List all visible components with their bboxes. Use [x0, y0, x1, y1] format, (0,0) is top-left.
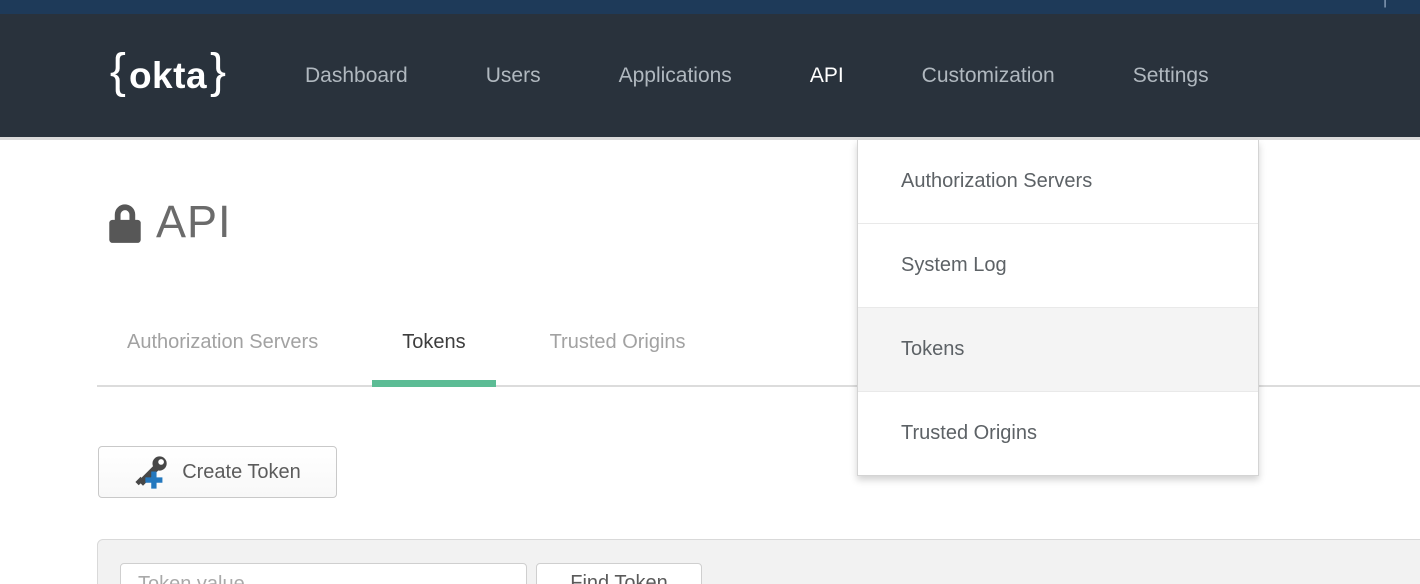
tab-trusted-origins[interactable]: Trusted Origins [520, 320, 716, 387]
nav-item-customization[interactable]: Customization [922, 64, 1055, 88]
tab-authorization-servers[interactable]: Authorization Servers [97, 320, 348, 387]
menu-item-trusted-origins[interactable]: Trusted Origins [858, 391, 1258, 475]
create-token-button[interactable]: Create Token [98, 446, 337, 498]
menu-item-tokens[interactable]: Tokens [858, 307, 1258, 391]
token-search-panel: Find Token [97, 539, 1420, 584]
nav-item-settings[interactable]: Settings [1133, 64, 1209, 88]
nav-item-api[interactable]: API [810, 64, 844, 88]
lock-icon [106, 201, 144, 250]
nav-items: Dashboard Users Applications API Customi… [305, 64, 1287, 88]
menu-item-authorization-servers[interactable]: Authorization Servers [858, 140, 1258, 223]
tab-tokens[interactable]: Tokens [372, 320, 495, 387]
logo-right-brace: } [210, 48, 226, 96]
tabs: Authorization Servers Tokens Trusted Ori… [97, 320, 740, 387]
token-search-input[interactable] [120, 563, 527, 584]
find-token-button[interactable]: Find Token [536, 563, 702, 584]
create-token-label: Create Token [182, 461, 301, 484]
top-utility-bar: | [0, 0, 1420, 14]
logo-left-brace: { [110, 48, 126, 96]
logo-text: okta [129, 55, 207, 97]
clipped-separator: | [1383, 0, 1387, 9]
nav-item-dashboard[interactable]: Dashboard [305, 64, 408, 88]
api-dropdown-menu: Authorization Servers System Log Tokens … [857, 140, 1259, 476]
main-navbar: { okta } Dashboard Users Applications AP… [0, 14, 1420, 137]
okta-admin-screen: | { okta } Dashboard Users Applications … [0, 0, 1420, 584]
key-plus-icon [134, 453, 170, 491]
nav-item-applications[interactable]: Applications [619, 64, 732, 88]
menu-item-system-log[interactable]: System Log [858, 223, 1258, 307]
okta-logo[interactable]: { okta } [97, 52, 239, 100]
nav-item-users[interactable]: Users [486, 64, 541, 88]
page-title: API [156, 196, 232, 248]
